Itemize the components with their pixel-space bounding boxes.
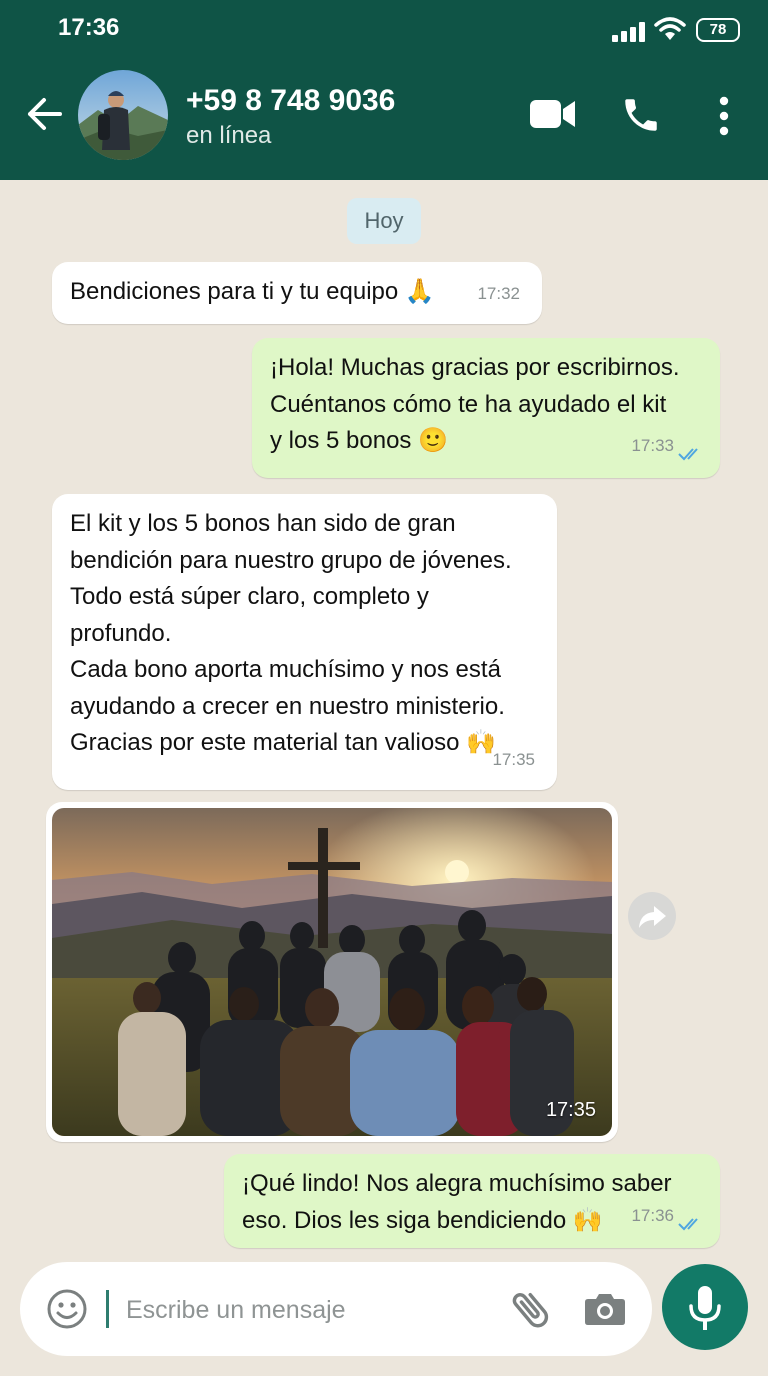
status-time: 17:36 bbox=[58, 14, 120, 41]
video-camera-icon[interactable] bbox=[530, 98, 576, 130]
message-line: Gracias por este material tan valioso 🙌 bbox=[70, 729, 497, 756]
outgoing-message[interactable]: ¡Hola! Muchas gracias por escribirnos. C… bbox=[252, 338, 720, 478]
avatar[interactable] bbox=[78, 70, 168, 160]
message-line: y los 5 bonos 🙂 bbox=[270, 427, 448, 454]
arrow-left-icon[interactable] bbox=[24, 92, 64, 136]
read-ticks-icon bbox=[678, 1218, 698, 1231]
message-composer bbox=[20, 1262, 652, 1356]
incoming-message[interactable]: El kit y los 5 bonos han sido de gran be… bbox=[52, 494, 557, 790]
outgoing-message[interactable]: ¡Qué lindo! Nos alegra muchísimo saber e… bbox=[224, 1154, 720, 1248]
microphone-icon bbox=[689, 1286, 721, 1330]
avatar-photo bbox=[78, 70, 168, 160]
contact-name[interactable]: +59 8 748 9036 bbox=[186, 84, 395, 118]
read-ticks-icon bbox=[678, 448, 698, 461]
message-time: 17:36 bbox=[631, 1205, 674, 1225]
message-text: ¡Qué lindo! Nos alegra muchísimo saber e… bbox=[242, 1166, 672, 1239]
emoji-icon[interactable] bbox=[46, 1288, 88, 1330]
text-caret bbox=[106, 1290, 109, 1328]
message-line: profundo. bbox=[70, 619, 172, 647]
forward-button[interactable] bbox=[628, 892, 676, 940]
message-line: Todo está súper claro, completo y bbox=[70, 583, 429, 610]
message-line: Cada bono aporta muchísimo y nos está bbox=[70, 656, 501, 683]
message-input[interactable] bbox=[124, 1280, 488, 1340]
more-vertical-icon[interactable] bbox=[716, 96, 732, 136]
date-separator: Hoy bbox=[347, 198, 421, 244]
message-line: eso. Dios les siga bendiciendo 🙌 bbox=[242, 1206, 603, 1234]
message-line: ayudando a crecer en nuestro ministerio. bbox=[70, 692, 505, 720]
message-line: ¡Qué lindo! Nos alegra muchísimo saber bbox=[242, 1170, 672, 1197]
message-text: ¡Hola! Muchas gracias por escribirnos. C… bbox=[270, 350, 680, 460]
message-time: 17:35 bbox=[492, 749, 535, 769]
camera-icon[interactable] bbox=[582, 1286, 628, 1332]
paperclip-icon[interactable] bbox=[508, 1284, 554, 1334]
message-line: ¡Hola! Muchas gracias por escribirnos. bbox=[270, 354, 680, 381]
phone-icon[interactable] bbox=[620, 94, 662, 136]
battery-indicator: 78 bbox=[696, 18, 740, 42]
incoming-message[interactable]: Bendiciones para ti y tu equipo 🙏 17:32 bbox=[52, 262, 542, 324]
wifi-icon bbox=[654, 17, 686, 40]
message-time: 17:35 bbox=[545, 1099, 596, 1121]
mic-button[interactable] bbox=[662, 1264, 748, 1350]
signal-icon bbox=[612, 22, 645, 42]
prayer-group-photo bbox=[52, 808, 612, 1136]
image-message[interactable]: 17:35 bbox=[46, 802, 618, 1142]
message-time: 17:33 bbox=[631, 435, 674, 455]
chat-header: 17:36 78 +59 8 748 9036 en línea bbox=[0, 0, 768, 180]
message-text: El kit y los 5 bonos han sido de gran be… bbox=[70, 506, 512, 762]
forward-icon bbox=[639, 906, 666, 928]
message-line: El kit y los 5 bonos han sido de gran bbox=[70, 510, 456, 537]
shared-photo[interactable]: 17:35 bbox=[52, 808, 612, 1136]
message-line: Cuéntanos cómo te ha ayudado el kit bbox=[270, 390, 667, 418]
contact-status: en línea bbox=[186, 122, 272, 149]
message-time: 17:32 bbox=[477, 283, 520, 303]
message-line: bendición para nuestro grupo de jóvenes. bbox=[70, 546, 512, 574]
message-text: Bendiciones para ti y tu equipo 🙏 bbox=[70, 278, 435, 305]
